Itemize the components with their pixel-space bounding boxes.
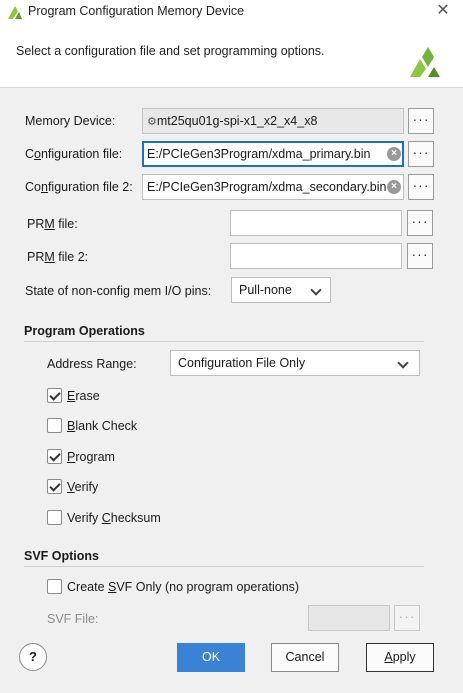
vivado-brand-logo-icon	[410, 47, 440, 77]
non-config-pins-label: State of non-config mem I/O pins:	[25, 284, 212, 298]
prm-file-2-browse-button[interactable]: ···	[407, 243, 433, 269]
program-label: Program	[67, 450, 115, 464]
configuration-file-input[interactable]: E:/PCIeGen3Program/xdma_primary.bin	[142, 141, 404, 167]
svf-file-input	[308, 605, 390, 631]
vivado-logo-icon	[8, 6, 22, 19]
prm-file-label: PRM file:	[27, 217, 78, 231]
svf-options-divider	[24, 566, 424, 567]
dialog-header: Select a configuration file and set prog…	[0, 24, 463, 87]
configuration-file-label: Configuration file:	[25, 147, 123, 161]
memory-device-value: mt25qu01g-spi-x1_x2_x4_x8	[156, 114, 318, 128]
chevron-down-icon	[310, 284, 322, 296]
verify-checksum-label: Verify Checksum	[67, 511, 161, 525]
svf-file-browse-button: ···	[394, 605, 420, 631]
apply-button[interactable]: Apply	[366, 643, 434, 672]
configuration-file-2-value: E:/PCIeGen3Program/xdma_secondary.bin	[147, 180, 387, 194]
header-divider	[0, 87, 463, 88]
clear-configuration-file-icon[interactable]: ×	[387, 147, 401, 161]
prm-file-browse-button[interactable]: ···	[407, 210, 433, 236]
svf-file-label: SVF File:	[47, 612, 99, 626]
memory-device-browse-button[interactable]: ···	[408, 108, 434, 134]
cancel-button[interactable]: Cancel	[271, 643, 339, 672]
ok-button[interactable]: OK	[177, 643, 245, 672]
create-svf-label: Create SVF Only (no program operations)	[67, 580, 300, 594]
memory-device-field: ⚙mt25qu01g-spi-x1_x2_x4_x8	[142, 108, 404, 134]
address-range-select[interactable]: Configuration File Only	[170, 350, 420, 376]
chip-icon: ⚙	[147, 116, 157, 128]
erase-checkbox[interactable]	[47, 388, 62, 403]
title-bar: Program Configuration Memory Device ✕	[0, 0, 463, 24]
clear-configuration-file-2-icon[interactable]: ×	[387, 180, 401, 194]
program-operations-heading: Program Operations	[24, 324, 145, 338]
create-svf-checkbox[interactable]	[47, 579, 62, 594]
memory-device-label: Memory Device:	[25, 114, 116, 128]
chevron-down-icon	[397, 357, 409, 369]
program-checkbox[interactable]	[47, 449, 62, 464]
configuration-file-2-browse-button[interactable]: ···	[408, 174, 434, 200]
configuration-file-2-label: Configuration file 2:	[25, 180, 133, 194]
blank-check-checkbox[interactable]	[47, 418, 62, 433]
erase-label: Erase	[67, 389, 100, 403]
window-title: Program Configuration Memory Device	[28, 4, 245, 18]
instruction-text: Select a configuration file and set prog…	[16, 44, 325, 58]
verify-checksum-checkbox[interactable]	[47, 510, 62, 525]
help-button[interactable]: ?	[19, 643, 47, 671]
prm-file-2-label: PRM file 2:	[27, 250, 89, 264]
prm-file-input[interactable]	[230, 210, 402, 236]
svf-options-heading: SVF Options	[24, 549, 99, 563]
verify-checkbox[interactable]	[47, 479, 62, 494]
configuration-file-2-input[interactable]: E:/PCIeGen3Program/xdma_secondary.bin	[142, 174, 404, 200]
blank-check-label: Blank Check	[67, 419, 138, 433]
close-icon[interactable]: ✕	[434, 2, 452, 20]
prm-file-2-input[interactable]	[230, 243, 402, 269]
verify-label: Verify	[67, 480, 99, 494]
non-config-pins-select[interactable]: Pull-none	[231, 277, 331, 303]
program-operations-divider	[24, 341, 424, 342]
configuration-file-browse-button[interactable]: ···	[408, 141, 434, 167]
address-range-value: Configuration File Only	[178, 356, 306, 370]
configuration-file-value: E:/PCIeGen3Program/xdma_primary.bin	[147, 147, 371, 161]
non-config-pins-value: Pull-none	[239, 283, 292, 297]
address-range-label: Address Range:	[47, 357, 137, 371]
